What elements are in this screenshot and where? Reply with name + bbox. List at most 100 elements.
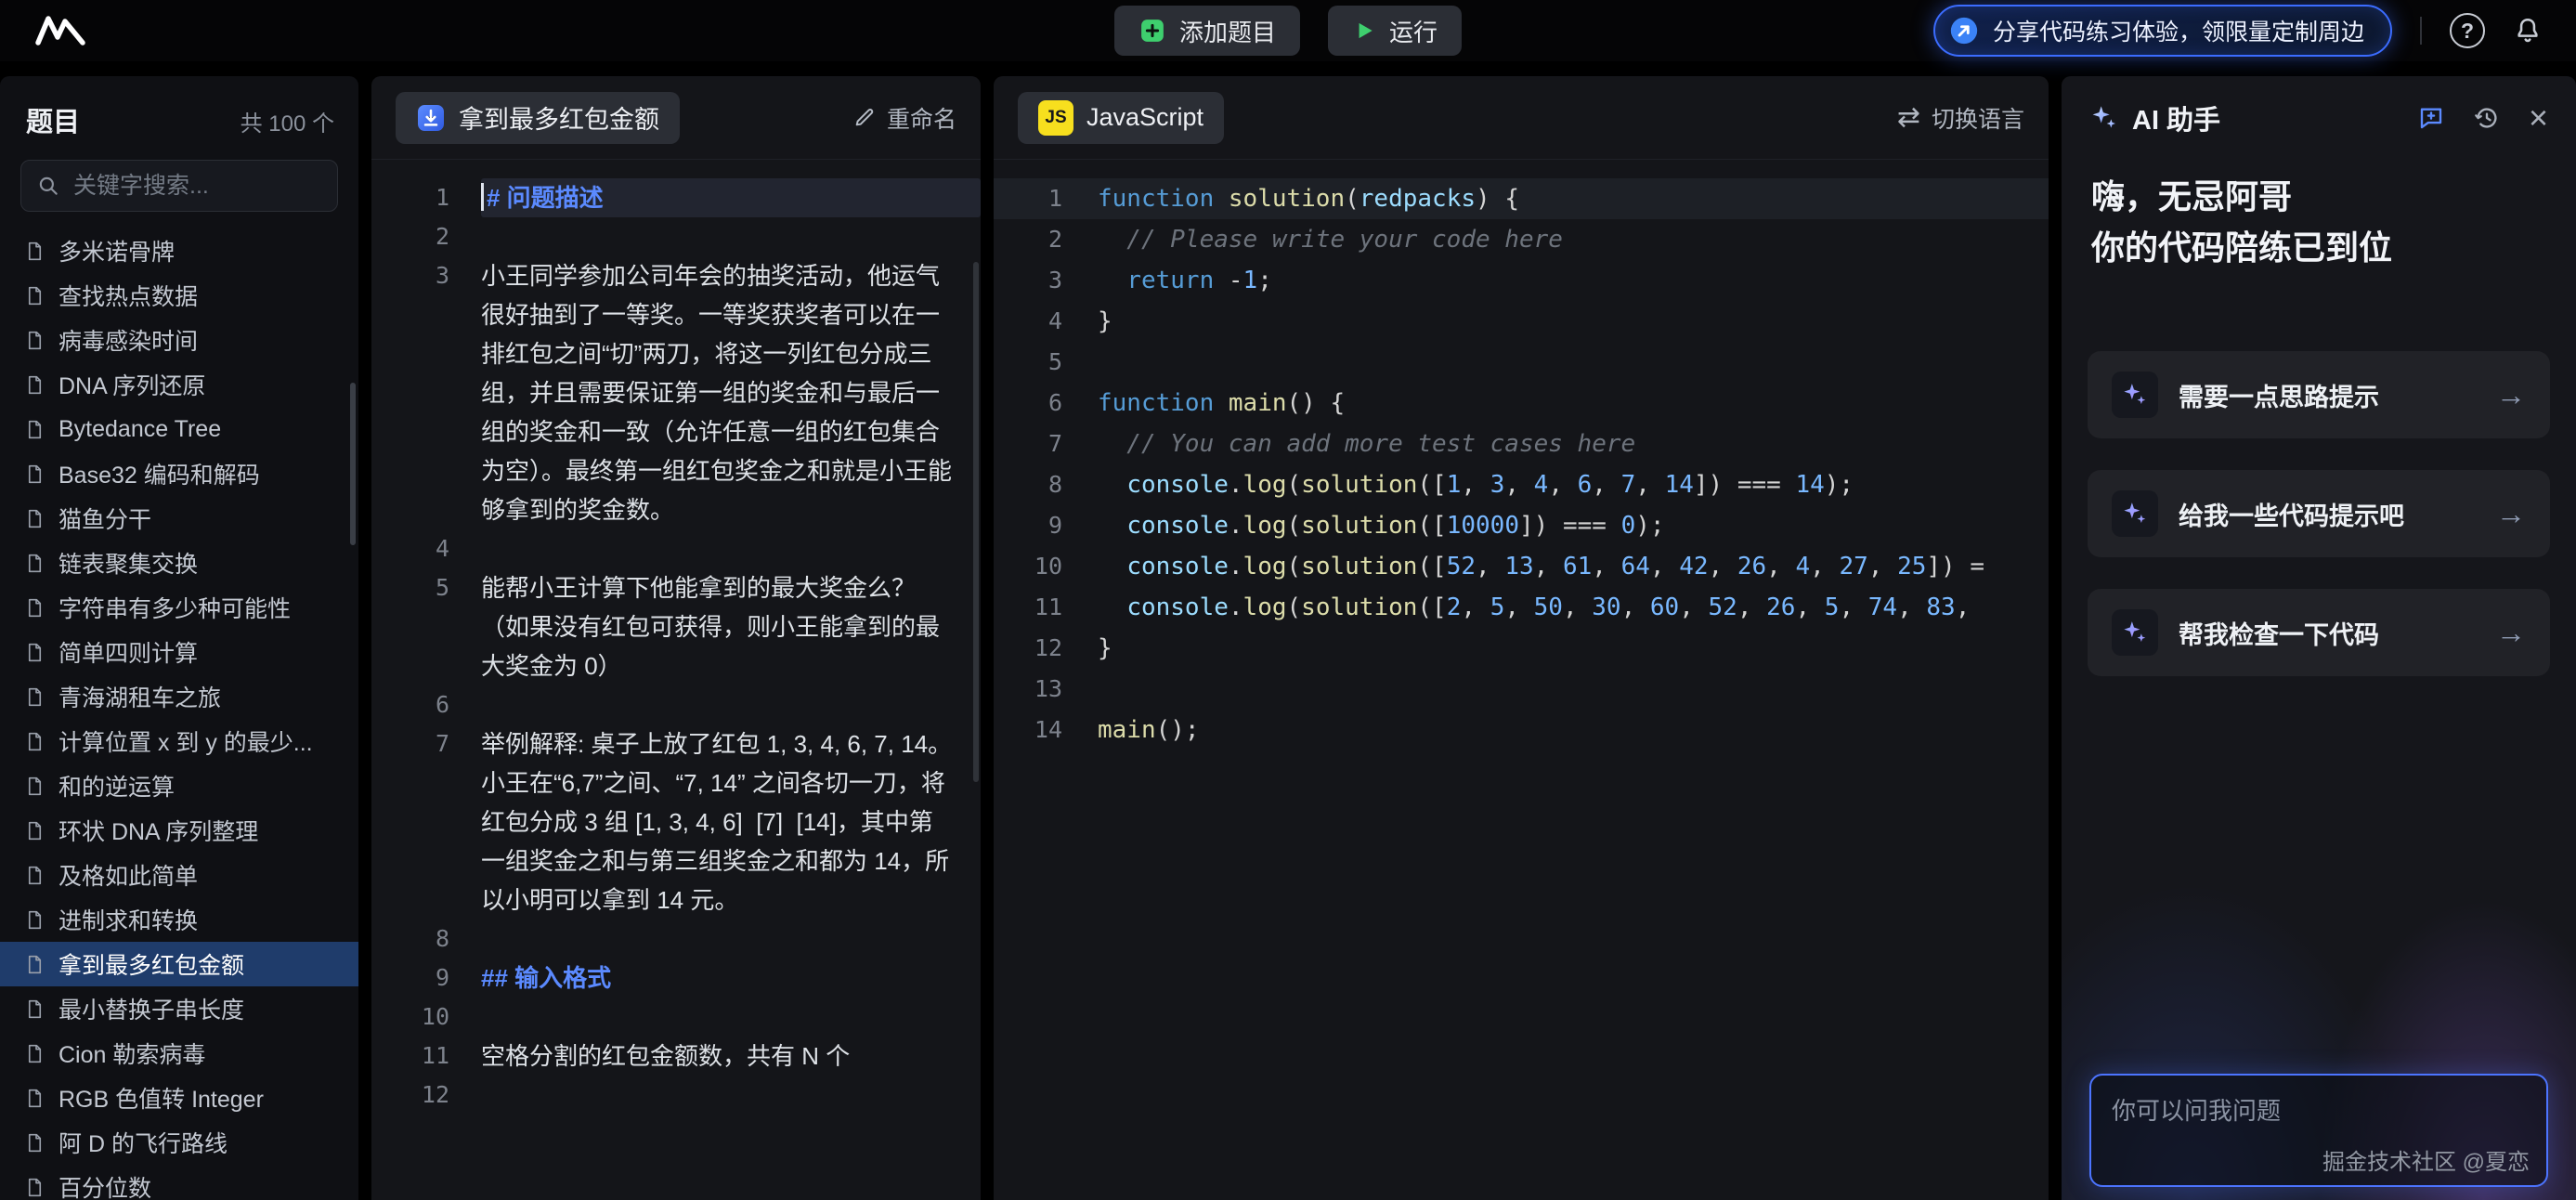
sidebar-item[interactable]: DNA 序列还原 [0,362,358,407]
run-button[interactable]: 运行 [1328,6,1462,56]
document-icon [24,731,46,752]
sidebar-item[interactable]: 最小替换子串长度 [0,986,358,1031]
sidebar-item[interactable]: 和的逆运算 [0,763,358,808]
line-number: 7 [994,424,1098,464]
sidebar-scrollbar[interactable] [350,383,356,545]
document-icon [24,463,46,485]
sidebar-item-label: 拿到最多红包金额 [59,947,244,981]
suggestion-label: 需要一点思路提示 [2179,377,2379,413]
code-editor[interactable]: 1function solution(redpacks) {2 // Pleas… [994,160,2049,1199]
sidebar: 题目 共 100 个 多米诺骨牌查找热点数据病毒感染时间 DNA 序列还原 Byte… [0,76,358,1200]
sidebar-item[interactable]: 青海湖租车之旅 [0,674,358,719]
sparkle-icon [2112,490,2158,537]
sidebar-item[interactable]: 简单四则计算 [0,630,358,674]
markdown-line-text: ## 输入格式 [481,959,981,998]
code-line: 4} [994,301,2049,342]
share-banner[interactable]: 分享代码练习体验，领限量定制周边 [1933,5,2392,57]
suggestion-card[interactable]: 需要一点思路提示→ [2088,351,2550,438]
suggestion-label: 帮我检查一下代码 [2179,615,2379,651]
close-icon[interactable]: × [2529,101,2548,135]
suggestion-card[interactable]: 帮我检查一下代码→ [2088,589,2550,676]
sidebar-item[interactable]: Cion 勒索病毒 [0,1031,358,1076]
problem-list: 多米诺骨牌查找热点数据病毒感染时间 DNA 序列还原 Bytedance TreeB… [0,228,358,1200]
ai-assistant-panel: AI 助手 × 嗨，无忌阿哥 你的代码陪练已到位 需要一点思路提示→ 给我一些代码… [2062,76,2576,1200]
sidebar-item[interactable]: 病毒感染时间 [0,318,358,362]
topbar-right: 分享代码练习体验，领限量定制周边 ? [1933,5,2543,57]
line-number: 12 [371,1076,481,1115]
search-box[interactable] [20,160,338,212]
sidebar-item[interactable]: 拿到最多红包金额 [0,942,358,986]
greeting-line-2: 你的代码陪练已到位 [2091,222,2546,273]
document-icon [24,1177,46,1198]
sidebar-item[interactable]: Bytedance Tree [0,407,358,451]
code-panel: JS JavaScript ⇄ 切换语言 1function solution(… [994,76,2049,1200]
problem-title-tab[interactable]: 拿到最多红包金额 [396,92,680,144]
code-line: 13 [994,669,2049,710]
search-input[interactable] [72,172,322,201]
code-line-text: // You can add more test cases here [1098,424,2049,464]
sidebar-item-label: 阿 D 的飞行路线 [59,1126,228,1159]
document-icon [24,1043,46,1064]
document-icon [24,597,46,619]
bell-icon[interactable] [2513,16,2543,46]
sidebar-item[interactable]: 链表聚集交换 [0,541,358,585]
document-icon [24,998,46,1020]
line-number: 11 [371,1037,481,1076]
sidebar-item-label: 简单四则计算 [59,635,198,669]
ai-title-wrap: AI 助手 [2089,98,2220,137]
sidebar-item[interactable]: 猫鱼分干 [0,496,358,541]
code-line-text: return -1; [1098,260,2049,301]
sidebar-item[interactable]: 字符串有多少种可能性 [0,585,358,630]
switch-language-icon: ⇄ [1897,104,1920,132]
greeting-line-1: 嗨，无忌阿哥 [2091,171,2546,222]
sidebar-item[interactable]: 环状 DNA 序列整理 [0,808,358,853]
sidebar-item[interactable]: 进制求和转换 [0,897,358,942]
switch-language-label: 切换语言 [1932,101,2024,135]
banner-text: 分享代码练习体验，领限量定制周边 [1993,14,2364,47]
markdown-line: 2 [371,217,981,256]
document-icon [24,1132,46,1154]
sidebar-item-label: DNA 序列还原 [59,368,205,401]
plus-icon [1138,17,1166,45]
sidebar-item[interactable]: 查找热点数据 [0,273,358,318]
sidebar-item-label: 环状 DNA 序列整理 [59,814,258,847]
line-number: 13 [994,669,1098,710]
language-tab[interactable]: JS JavaScript [1018,92,1224,144]
history-icon[interactable] [2473,104,2501,132]
new-chat-icon[interactable] [2417,104,2445,132]
markdown-editor[interactable]: 1# 问题描述23小王同学参加公司年会的抽奖活动，他运气很好抽到了一等奖。一等奖… [371,160,981,1199]
document-icon [24,508,46,529]
help-icon[interactable]: ? [2450,13,2485,48]
sidebar-item-label: 猫鱼分干 [59,502,151,535]
markdown-line-text: 能帮小王计算下他能拿到的最大奖金么？（如果没有红包可获得，则小王能拿到的最大奖金… [481,568,981,685]
sidebar-item[interactable]: 阿 D 的飞行路线 [0,1120,358,1165]
suggestion-label: 给我一些代码提示吧 [2179,496,2404,532]
code-line-text: console.log(solution([10000]) === 0); [1098,505,2049,546]
code-line: 11 console.log(solution([2, 5, 50, 30, 6… [994,587,2049,628]
ai-input-box[interactable]: 掘金技术社区 @夏恋 [2089,1074,2548,1187]
language-label: JavaScript [1086,103,1203,132]
markdown-scrollbar[interactable] [973,262,979,782]
code-line-text: console.log(solution([1, 3, 4, 6, 7, 14]… [1098,464,2049,505]
sidebar-item[interactable]: 百分位数 [0,1165,358,1200]
sparkle-icon [2112,609,2158,656]
sidebar-item[interactable]: 及格如此简单 [0,853,358,897]
ai-input[interactable] [2091,1076,2546,1185]
app-logo-icon[interactable] [33,14,87,47]
rename-button[interactable]: 重命名 [852,101,956,135]
suggestion-card[interactable]: 给我一些代码提示吧→ [2088,470,2550,557]
sidebar-item[interactable]: 多米诺骨牌 [0,228,358,273]
line-number: 9 [371,959,481,998]
markdown-line-text [481,529,981,568]
sidebar-item[interactable]: RGB 色值转 Integer [0,1076,358,1120]
sidebar-item[interactable]: Base32 编码和解码 [0,451,358,496]
add-problem-button[interactable]: 添加题目 [1114,6,1300,56]
sidebar-header: 题目 共 100 个 [0,76,358,139]
code-line-text: main(); [1098,710,2049,750]
sidebar-item[interactable]: 计算位置 x 到 y 的最少... [0,719,358,763]
document-icon [24,686,46,708]
problem-count: 共 100 个 [241,105,334,137]
document-icon [24,241,46,262]
switch-language-button[interactable]: ⇄ 切换语言 [1897,101,2024,135]
sidebar-item-label: Cion 勒索病毒 [59,1037,205,1070]
